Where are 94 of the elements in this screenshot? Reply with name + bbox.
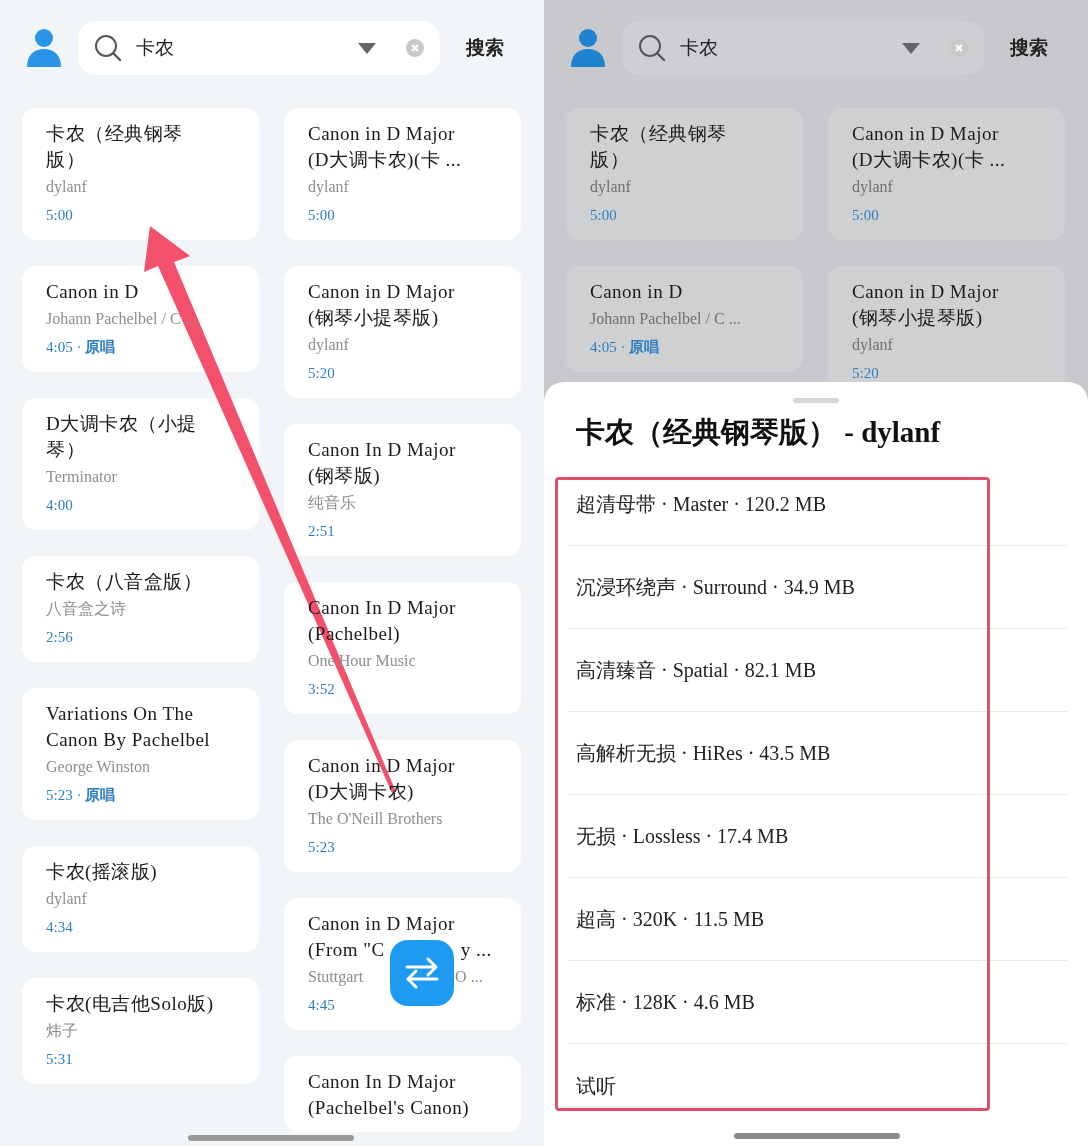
song-card[interactable]: Canon In D Major (钢琴版) 纯音乐 2:51 [284, 424, 521, 556]
clear-icon[interactable] [950, 39, 968, 57]
quality-option[interactable]: 试听 [568, 1070, 616, 1101]
quality-option[interactable]: 沉浸环绕声 · Surround · 34.9 MB [568, 572, 855, 602]
artist-name: 八音盒之诗 [46, 599, 127, 619]
song-card[interactable]: 卡农(电吉他Solo版) 炜子 5:31 [22, 978, 259, 1084]
quality-option[interactable]: 标准 · 128K · 4.6 MB [568, 987, 755, 1017]
song-duration: 5:20 [852, 364, 880, 383]
song-title: 卡农(电吉他Solo版) [46, 992, 215, 1016]
quality-option[interactable]: 超高 · 320K · 11.5 MB [568, 904, 765, 934]
artist-name: dylanf [590, 177, 632, 198]
artist-name: Johann Pachelbel / C ... [46, 309, 198, 329]
song-title: Canon in D Major (D大调卡农)(卡 ... [852, 122, 1007, 172]
song-duration: 5:00 [308, 206, 336, 225]
song-title: Canon in D [590, 280, 684, 304]
search-value: 卡农 [136, 35, 175, 60]
song-title: Canon in D Major (钢琴小提琴版) [852, 280, 1000, 330]
song-card[interactable]: Canon in D Major (D大调卡农)(卡 ... dylanf 5:00 [828, 108, 1065, 240]
artist-name: Terminator [46, 467, 118, 487]
song-card[interactable]: Variations On The Canon By Pachelbel George Winston 5:23 · 原唱 [22, 688, 259, 820]
song-title: D大调卡农（小提 琴） [46, 412, 198, 462]
artist-name: 炜子 [46, 1021, 79, 1041]
song-title: 卡农（八音盒版） [46, 570, 203, 594]
search-button[interactable]: 搜索 [466, 33, 504, 63]
song-duration: 5:23 [308, 838, 336, 857]
dropdown-caret-icon[interactable] [902, 42, 920, 54]
user-icon[interactable] [570, 27, 606, 69]
song-duration: 4:05 · 原唱 [590, 338, 661, 357]
artist-name: dylanf [308, 335, 350, 356]
swap-button[interactable] [390, 940, 454, 1006]
artist-name: The O'Neill Brothers [308, 809, 444, 829]
song-title: 卡农（经典钢琴 版） [46, 122, 184, 172]
song-card[interactable]: Canon In D Major (Pachelbel's Canon) [284, 1056, 521, 1132]
song-duration: 3:52 [308, 680, 336, 699]
song-title: Canon in D Major (D大调卡农) [308, 754, 456, 804]
song-duration: 2:56 [46, 628, 74, 647]
swap-arrows-icon [403, 957, 441, 989]
search-field[interactable]: 卡农 [622, 21, 984, 75]
song-card[interactable]: 卡农（八音盒版） 八音盒之诗 2:56 [22, 556, 259, 662]
song-duration: 5:31 [46, 1050, 74, 1069]
song-duration: 5:00 [46, 206, 74, 225]
artist-name: dylanf [852, 335, 894, 356]
drag-handle[interactable] [793, 398, 839, 403]
dropdown-caret-icon[interactable] [358, 42, 376, 54]
artist-name: dylanf [46, 889, 88, 910]
search-icon [94, 34, 122, 62]
quality-option[interactable]: 高清臻音 · Spatial · 82.1 MB [568, 655, 816, 685]
clear-icon[interactable] [406, 39, 424, 57]
sheet-title: 卡农（经典钢琴版） - dylanf [575, 415, 942, 450]
search-value: 卡农 [680, 35, 719, 60]
artist-name: George Winston [46, 757, 152, 778]
song-title: 卡农（经典钢琴 版） [590, 122, 728, 172]
song-card[interactable]: Canon in D Major (钢琴小提琴版) dylanf 5:20 [284, 266, 521, 398]
artist-name: dylanf [852, 177, 894, 198]
song-duration: 4:00 [46, 496, 74, 515]
search-icon [638, 34, 666, 62]
song-card[interactable]: Canon in D Major (D大调卡农)(卡 ... dylanf 5:00 [284, 108, 521, 240]
search-field[interactable]: 卡农 [78, 21, 440, 75]
song-duration: 5:00 [852, 206, 880, 225]
artist-name: 纯音乐 [308, 493, 357, 513]
song-card[interactable]: D大调卡农（小提 琴） Terminator 4:00 [22, 398, 259, 530]
artist-name: dylanf [308, 177, 350, 198]
artist-name: Johann Pachelbel / C ... [590, 309, 742, 329]
song-title: Canon in D Major [308, 912, 456, 936]
search-button[interactable]: 搜索 [1010, 33, 1048, 63]
song-duration: 4:05 · 原唱 [46, 338, 117, 357]
song-card[interactable]: 卡农（经典钢琴 版） dylanf 5:00 [566, 108, 803, 240]
song-duration: 4:45 [308, 996, 336, 1015]
song-title: 卡农(摇滚版) [46, 860, 159, 884]
song-title: Canon in D Major (钢琴小提琴版) [308, 280, 456, 330]
song-title: Canon In D Major (钢琴版) [308, 438, 457, 488]
song-card[interactable]: Canon in D Johann Pachelbel / C ... 4:05 · 原唱 [566, 266, 803, 372]
song-title: Canon in D Major (D大调卡农)(卡 ... [308, 122, 463, 172]
quality-option[interactable]: 无损 · Lossless · 17.4 MB [568, 821, 789, 851]
quality-option[interactable]: 超清母带 · Master · 120.2 MB [568, 489, 826, 519]
artist-name: O ... [455, 967, 483, 987]
song-title: y ... [460, 938, 492, 962]
song-card[interactable]: 卡农(摇滚版) dylanf 4:34 [22, 846, 259, 952]
user-icon[interactable] [26, 27, 62, 69]
song-title: Canon In D Major (Pachelbel's Canon) [308, 1070, 471, 1120]
song-card[interactable]: Canon in D Johann Pachelbel / C ... 4:05 · 原唱 [22, 266, 259, 372]
song-duration: 2:51 [308, 522, 336, 541]
song-title: (From "C [308, 938, 385, 962]
song-duration: 5:00 [590, 206, 618, 225]
artist-name: dylanf [46, 177, 88, 198]
artist-name: Stuttgart [308, 967, 364, 988]
song-duration: 5:23 · 原唱 [46, 786, 117, 805]
song-duration: 5:20 [308, 364, 336, 383]
quality-option[interactable]: 高解析无损 · HiRes · 43.5 MB [568, 738, 831, 768]
song-card[interactable]: Canon in D Major (D大调卡农) The O'Neill Brothers 5:23 [284, 740, 521, 872]
song-card[interactable]: 卡农（经典钢琴 版） dylanf 5:00 [22, 108, 259, 240]
song-duration: 4:34 [46, 918, 74, 937]
song-title: Canon in D [46, 280, 140, 304]
song-title: Variations On The Canon By Pachelbel [46, 702, 212, 752]
